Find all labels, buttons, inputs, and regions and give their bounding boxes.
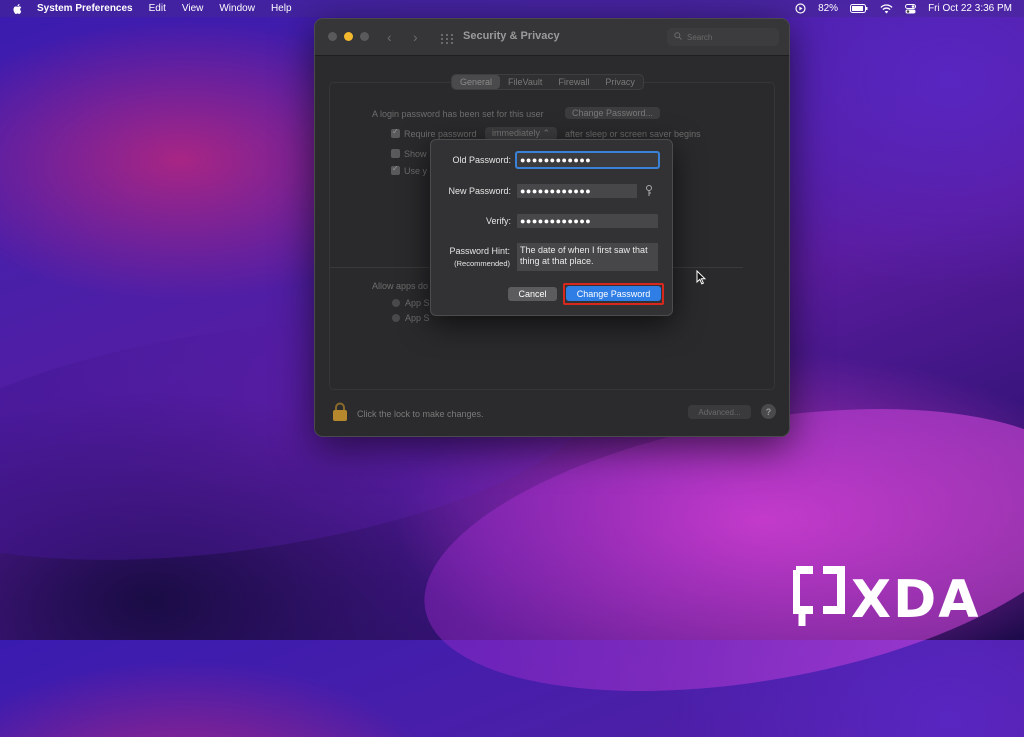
menu-view[interactable]: View bbox=[182, 3, 204, 14]
password-hint-label: Password Hint: bbox=[449, 246, 510, 256]
mouse-cursor-icon bbox=[696, 269, 707, 290]
app-name-menu[interactable]: System Preferences bbox=[37, 3, 133, 14]
old-password-field[interactable]: ●●●●●●●●●●●● bbox=[515, 151, 660, 169]
after-sleep-text: after sleep or screen saver begins bbox=[565, 129, 701, 139]
menu-help[interactable]: Help bbox=[271, 3, 292, 14]
menu-edit[interactable]: Edit bbox=[149, 3, 166, 14]
show-all-grid-icon[interactable] bbox=[441, 31, 453, 49]
zoom-window-button[interactable] bbox=[360, 32, 369, 41]
search-field[interactable]: Search bbox=[667, 28, 779, 46]
screen-record-icon[interactable] bbox=[795, 3, 806, 14]
require-password-checkbox[interactable] bbox=[391, 127, 400, 138]
search-placeholder: Search bbox=[687, 32, 713, 42]
xda-logo-icon bbox=[792, 566, 845, 633]
app-store-radio[interactable] bbox=[392, 299, 400, 307]
new-password-field[interactable]: ●●●●●●●●●●●● bbox=[517, 184, 637, 198]
use-watch-checkbox[interactable] bbox=[391, 164, 400, 175]
help-button[interactable]: ? bbox=[761, 404, 776, 419]
menu-clock[interactable]: Fri Oct 22 3:36 PM bbox=[928, 3, 1012, 14]
battery-percent: 82% bbox=[818, 3, 839, 14]
lock-icon[interactable] bbox=[332, 402, 348, 427]
change-password-dialog: Old Password: ●●●●●●●●●●●● New Password:… bbox=[430, 139, 673, 316]
password-assistant-key-icon[interactable] bbox=[645, 184, 653, 202]
use-watch-label: Use y bbox=[404, 166, 428, 176]
show-message-checkbox[interactable] bbox=[391, 149, 400, 158]
verify-label: Verify: bbox=[485, 216, 511, 226]
xda-watermark-text: XDA bbox=[851, 569, 981, 630]
battery-icon[interactable] bbox=[850, 4, 868, 13]
window-title: Security & Privacy bbox=[463, 30, 560, 42]
forward-arrow-icon[interactable]: › bbox=[413, 29, 418, 45]
menu-window[interactable]: Window bbox=[219, 3, 255, 14]
control-center-icon[interactable] bbox=[905, 3, 917, 14]
verify-field[interactable]: ●●●●●●●●●●●● bbox=[517, 214, 658, 228]
window-titlebar: ‹ › Security & Privacy Search bbox=[315, 19, 789, 56]
password-hint-field[interactable]: The date of when I first saw that thing … bbox=[517, 243, 658, 271]
change-password-button[interactable]: Change Password... bbox=[565, 107, 661, 119]
password-hint-sublabel: (Recommended) bbox=[454, 259, 510, 268]
wifi-icon[interactable] bbox=[880, 3, 893, 14]
allow-apps-text: Allow apps do bbox=[372, 281, 429, 291]
chevron-updown-icon: ⌃ bbox=[542, 128, 551, 138]
menu-bar: System Preferences Edit View Window Help… bbox=[0, 0, 1024, 17]
app-store-radio-label: App S bbox=[405, 298, 430, 308]
tab-bar: General FileVault Firewall Privacy bbox=[451, 74, 644, 90]
tab-firewall[interactable]: Firewall bbox=[550, 75, 597, 89]
new-password-label: New Password: bbox=[448, 186, 511, 196]
close-window-button[interactable] bbox=[328, 32, 337, 41]
require-password-label: Require password bbox=[404, 129, 477, 139]
login-password-text: A login password has been set for this u… bbox=[372, 109, 544, 119]
lock-footer-text: Click the lock to make changes. bbox=[357, 409, 484, 419]
old-password-label: Old Password: bbox=[452, 155, 511, 165]
apple-menu-icon[interactable] bbox=[12, 3, 23, 15]
minimize-window-button[interactable] bbox=[344, 32, 353, 41]
require-password-value: immediately bbox=[492, 128, 541, 138]
change-password-confirm-button[interactable]: Change Password bbox=[566, 286, 661, 301]
show-message-label: Show bbox=[404, 149, 427, 159]
advanced-button[interactable]: Advanced... bbox=[688, 405, 751, 419]
tab-filevault[interactable]: FileVault bbox=[500, 75, 550, 89]
back-arrow-icon[interactable]: ‹ bbox=[387, 29, 392, 45]
xda-watermark: XDA bbox=[792, 566, 981, 633]
app-store-identified-label: App S bbox=[405, 313, 430, 323]
search-icon bbox=[674, 32, 682, 42]
tab-privacy[interactable]: Privacy bbox=[597, 75, 643, 89]
tab-general[interactable]: General bbox=[452, 75, 501, 89]
cancel-button[interactable]: Cancel bbox=[508, 287, 557, 301]
app-store-identified-radio[interactable] bbox=[392, 314, 400, 322]
